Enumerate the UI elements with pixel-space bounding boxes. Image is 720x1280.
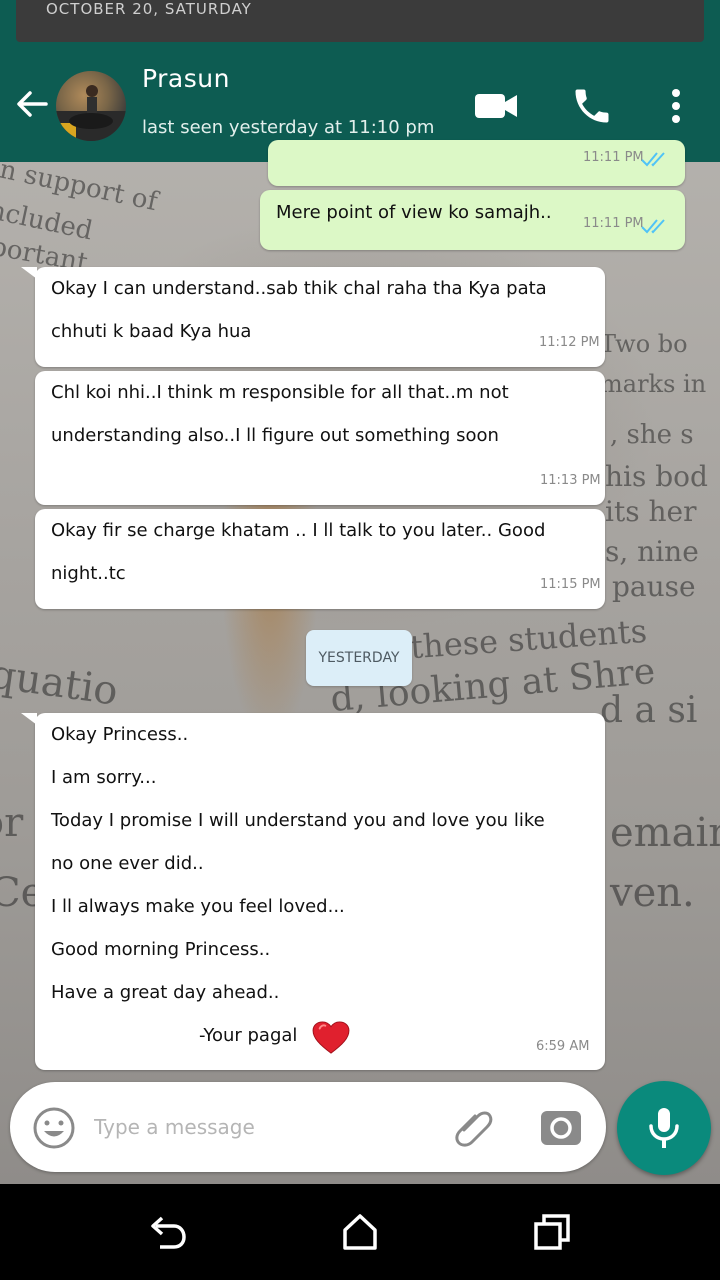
message-time: 11:15 PM: [540, 577, 601, 592]
message-time: 11:11 PM: [583, 216, 644, 231]
nav-back-icon[interactable]: [146, 1212, 188, 1252]
voice-call-icon[interactable]: [570, 84, 614, 128]
message-composer: [10, 1082, 606, 1172]
message-time: 11:12 PM: [539, 335, 600, 350]
contact-avatar[interactable]: [56, 71, 126, 141]
bubble-tail: [21, 267, 37, 279]
top-date-banner: OCTOBER 20, SATURDAY: [0, 0, 720, 50]
outgoing-message[interactable]: 11:11 PM: [268, 140, 685, 186]
avatar-photo-icon: [56, 85, 126, 141]
message-signature: -Your pagal: [199, 1025, 298, 1046]
microphone-icon: [649, 1108, 679, 1148]
double-tick-read-icon: [641, 152, 665, 167]
message-time: 11:13 PM: [540, 473, 601, 488]
date-card: OCTOBER 20, SATURDAY: [16, 0, 704, 42]
camera-icon[interactable]: [540, 1108, 582, 1148]
message-time: 11:11 PM: [583, 150, 644, 165]
message-text: Today I promise I will understand you an…: [51, 810, 545, 831]
more-options-icon[interactable]: [662, 86, 690, 126]
message-text: chhuti k baad Kya hua: [51, 321, 252, 342]
back-arrow-icon[interactable]: [14, 86, 50, 122]
message-text: Chl koi nhi..I think m responsible for a…: [51, 382, 509, 403]
message-text: no one ever did..: [51, 853, 204, 874]
date-separator: YESTERDAY: [306, 630, 412, 686]
incoming-message[interactable]: Okay I can understand..sab thik chal rah…: [21, 267, 605, 367]
emoji-icon[interactable]: [32, 1106, 76, 1150]
message-input[interactable]: [94, 1108, 434, 1146]
bubble-tail: [21, 713, 37, 725]
message-text: Okay Princess..: [51, 724, 189, 745]
incoming-message[interactable]: Chl koi nhi..I think m responsible for a…: [35, 371, 605, 505]
system-navigation-bar: [0, 1184, 720, 1280]
message-text: Good morning Princess..: [51, 939, 271, 960]
nav-recents-icon[interactable]: [532, 1212, 572, 1252]
attachment-icon[interactable]: [450, 1106, 496, 1150]
voice-record-button[interactable]: [617, 1081, 711, 1175]
video-call-icon[interactable]: [474, 90, 518, 122]
incoming-message[interactable]: Okay fir se charge khatam .. I ll talk t…: [35, 509, 605, 609]
message-time: 6:59 AM: [536, 1039, 590, 1054]
message-text: I ll always make you feel loved...: [51, 896, 345, 917]
outgoing-message[interactable]: Mere point of view ko samajh.. 11:11 PM: [260, 190, 685, 250]
date-card-text: OCTOBER 20, SATURDAY: [46, 0, 252, 18]
message-text: Mere point of view ko samajh..: [276, 202, 552, 223]
message-text: I am sorry...: [51, 767, 157, 788]
message-text: understanding also..I ll figure out some…: [51, 425, 499, 446]
red-heart-icon: [312, 1021, 350, 1054]
nav-home-icon[interactable]: [340, 1212, 380, 1252]
double-tick-read-icon: [641, 219, 665, 234]
message-text: night..tc: [51, 563, 126, 584]
contact-name[interactable]: Prasun: [142, 64, 230, 93]
message-text: Okay fir se charge khatam .. I ll talk t…: [51, 520, 546, 541]
incoming-message[interactable]: Okay Princess.. I am sorry... Today I pr…: [21, 713, 605, 1070]
message-text: Have a great day ahead..: [51, 982, 280, 1003]
last-seen-status[interactable]: last seen yesterday at 11:10 pm: [142, 117, 434, 138]
message-text: Okay I can understand..sab thik chal rah…: [51, 278, 547, 299]
